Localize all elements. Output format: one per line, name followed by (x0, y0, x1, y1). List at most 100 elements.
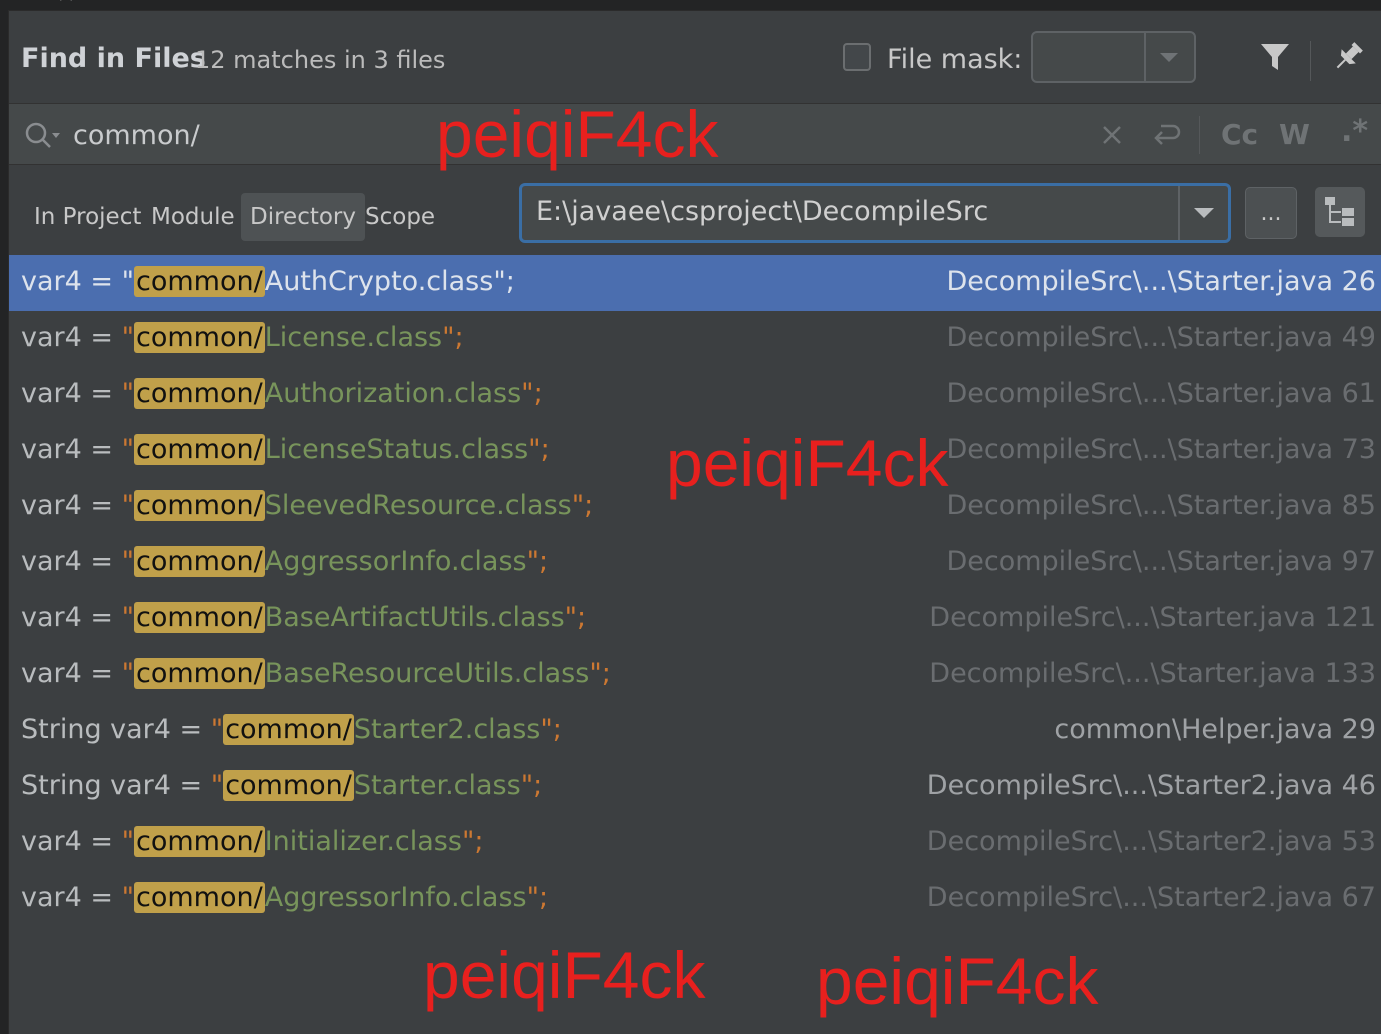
match-highlight: common/ (134, 546, 265, 577)
results-list: var4 = "common/AuthCrypto.class"; Decomp… (9, 255, 1381, 931)
code-string: SleevedResource.class (264, 490, 572, 521)
result-location: common\Helper.java 29 (1054, 714, 1376, 745)
code-end: "; (520, 770, 543, 801)
match-highlight: common/ (134, 266, 265, 297)
result-row[interactable]: var4 = "common/AggressorInfo.class"; Dec… (9, 871, 1381, 927)
code-prefix: var4 = (21, 434, 122, 465)
code-string: BaseResourceUtils.class (264, 658, 590, 689)
result-location: DecompileSrc\...\Starter.java 121 (929, 602, 1376, 633)
code-string: Starter.class (353, 770, 521, 801)
result-code: var4 = "common/AuthCrypto.class"; (21, 266, 515, 297)
watermark-text: peiqiF4ck (423, 938, 706, 1012)
dialog-title: Find in Files (21, 43, 206, 74)
code-string: AggressorInfo.class (264, 882, 527, 913)
result-location: DecompileSrc\...\Starter.java 49 (946, 322, 1376, 353)
result-row[interactable]: var4 = "common/Initializer.class"; Decom… (9, 815, 1381, 871)
code-quote: " (121, 266, 135, 297)
code-string: BaseArtifactUtils.class (264, 602, 565, 633)
code-prefix: var4 = (21, 266, 122, 297)
code-end: "; (528, 434, 550, 465)
result-location: DecompileSrc\...\Starter2.java 46 (926, 770, 1376, 801)
result-location: DecompileSrc\...\Starter.java 85 (946, 490, 1376, 521)
chevron-down-icon[interactable] (1194, 208, 1214, 218)
tab-directory[interactable]: Directory (241, 193, 366, 241)
result-code: String var4 = "common/Starter.class"; (21, 770, 542, 801)
code-string: Authorization.class (264, 378, 522, 409)
code-prefix: String var4 = (21, 770, 211, 801)
file-mask-combo[interactable] (1031, 31, 1196, 83)
watermark-text: peiqiF4ck (666, 426, 949, 500)
recursive-directory-icon[interactable] (1315, 187, 1365, 237)
code-end: "; (564, 602, 587, 633)
code-prefix: String var4 = (21, 714, 211, 745)
tab-module[interactable]: Module (142, 193, 244, 241)
regex-button[interactable]: .* (1341, 114, 1368, 149)
result-code: var4 = "common/License.class"; (21, 322, 464, 353)
chevron-down-icon[interactable] (1160, 53, 1178, 62)
code-quote: " (121, 602, 135, 633)
code-end: "; (571, 490, 594, 521)
code-string: AggressorInfo.class (264, 546, 527, 577)
result-code: var4 = "common/Initializer.class"; (21, 826, 483, 857)
result-code: var4 = "common/AggressorInfo.class"; (21, 546, 548, 577)
whole-words-button[interactable]: W (1279, 118, 1310, 151)
match-highlight: common/ (223, 770, 354, 801)
code-prefix: var4 = (21, 490, 122, 521)
clear-icon[interactable] (1099, 122, 1125, 148)
match-highlight: common/ (134, 826, 265, 857)
header-separator (1310, 41, 1311, 81)
code-prefix: var4 = (21, 602, 122, 633)
match-highlight: common/ (134, 658, 265, 689)
match-highlight: common/ (134, 378, 265, 409)
dialog-header: Find in Files 12 matches in 3 files File… (9, 11, 1381, 103)
match-highlight: common/ (134, 434, 265, 465)
browse-button[interactable]: ... (1245, 187, 1297, 239)
code-quote: " (121, 378, 135, 409)
code-quote: " (121, 882, 135, 913)
result-code: var4 = "common/LicenseStatus.class"; (21, 434, 550, 465)
filter-icon[interactable] (1259, 41, 1291, 73)
match-highlight: common/ (223, 714, 354, 745)
code-end: "; (493, 266, 515, 297)
file-mask-checkbox[interactable] (843, 43, 871, 71)
watermark-text: peiqiF4ck (816, 944, 1099, 1018)
result-row[interactable]: String var4 = "common/Starter.class"; De… (9, 759, 1381, 815)
code-quote: " (210, 770, 224, 801)
match-case-button[interactable]: Cc (1221, 118, 1258, 151)
code-quote: " (121, 322, 135, 353)
result-location: DecompileSrc\...\Starter.java 73 (946, 434, 1376, 465)
code-quote: " (121, 434, 135, 465)
code-quote: " (121, 490, 135, 521)
code-prefix: var4 = (21, 826, 122, 857)
code-prefix: var4 = (21, 882, 122, 913)
pin-icon[interactable] (1330, 39, 1366, 75)
code-end: "; (589, 658, 611, 689)
new-line-icon[interactable] (1149, 120, 1183, 150)
directory-combo[interactable]: E:\javaee\csproject\DecompileSrc (519, 183, 1231, 243)
result-row[interactable]: var4 = "common/AuthCrypto.class"; Decomp… (9, 255, 1381, 311)
tab-scope[interactable]: Scope (356, 193, 444, 241)
search-separator (1199, 116, 1200, 154)
result-row[interactable]: var4 = "common/AggressorInfo.class"; Dec… (9, 535, 1381, 591)
search-icon[interactable] (23, 120, 63, 152)
result-location: DecompileSrc\...\Starter.java 133 (929, 658, 1376, 689)
result-code: var4 = "common/Authorization.class"; (21, 378, 543, 409)
result-code: var4 = "common/BaseArtifactUtils.class"; (21, 602, 586, 633)
code-end: "; (461, 826, 484, 857)
result-code: String var4 = "common/Starter2.class"; (21, 714, 562, 745)
window-edge-mark: ⌒ (60, 0, 73, 11)
tab-in-project[interactable]: In Project (25, 193, 150, 241)
code-string: Starter2.class (353, 714, 541, 745)
watermark-text: peiqiF4ck (436, 97, 719, 171)
result-row[interactable]: var4 = "common/Authorization.class"; Dec… (9, 367, 1381, 423)
code-quote: " (121, 658, 135, 689)
result-row[interactable]: String var4 = "common/Starter2.class"; c… (9, 703, 1381, 759)
code-string: LicenseStatus.class (264, 434, 529, 465)
result-row[interactable]: var4 = "common/License.class"; Decompile… (9, 311, 1381, 367)
code-prefix: var4 = (21, 378, 122, 409)
result-location: DecompileSrc\...\Starter.java 97 (946, 546, 1376, 577)
result-row[interactable]: var4 = "common/BaseResourceUtils.class";… (9, 647, 1381, 703)
match-highlight: common/ (134, 882, 265, 913)
result-row[interactable]: var4 = "common/BaseArtifactUtils.class";… (9, 591, 1381, 647)
code-end: "; (526, 882, 549, 913)
